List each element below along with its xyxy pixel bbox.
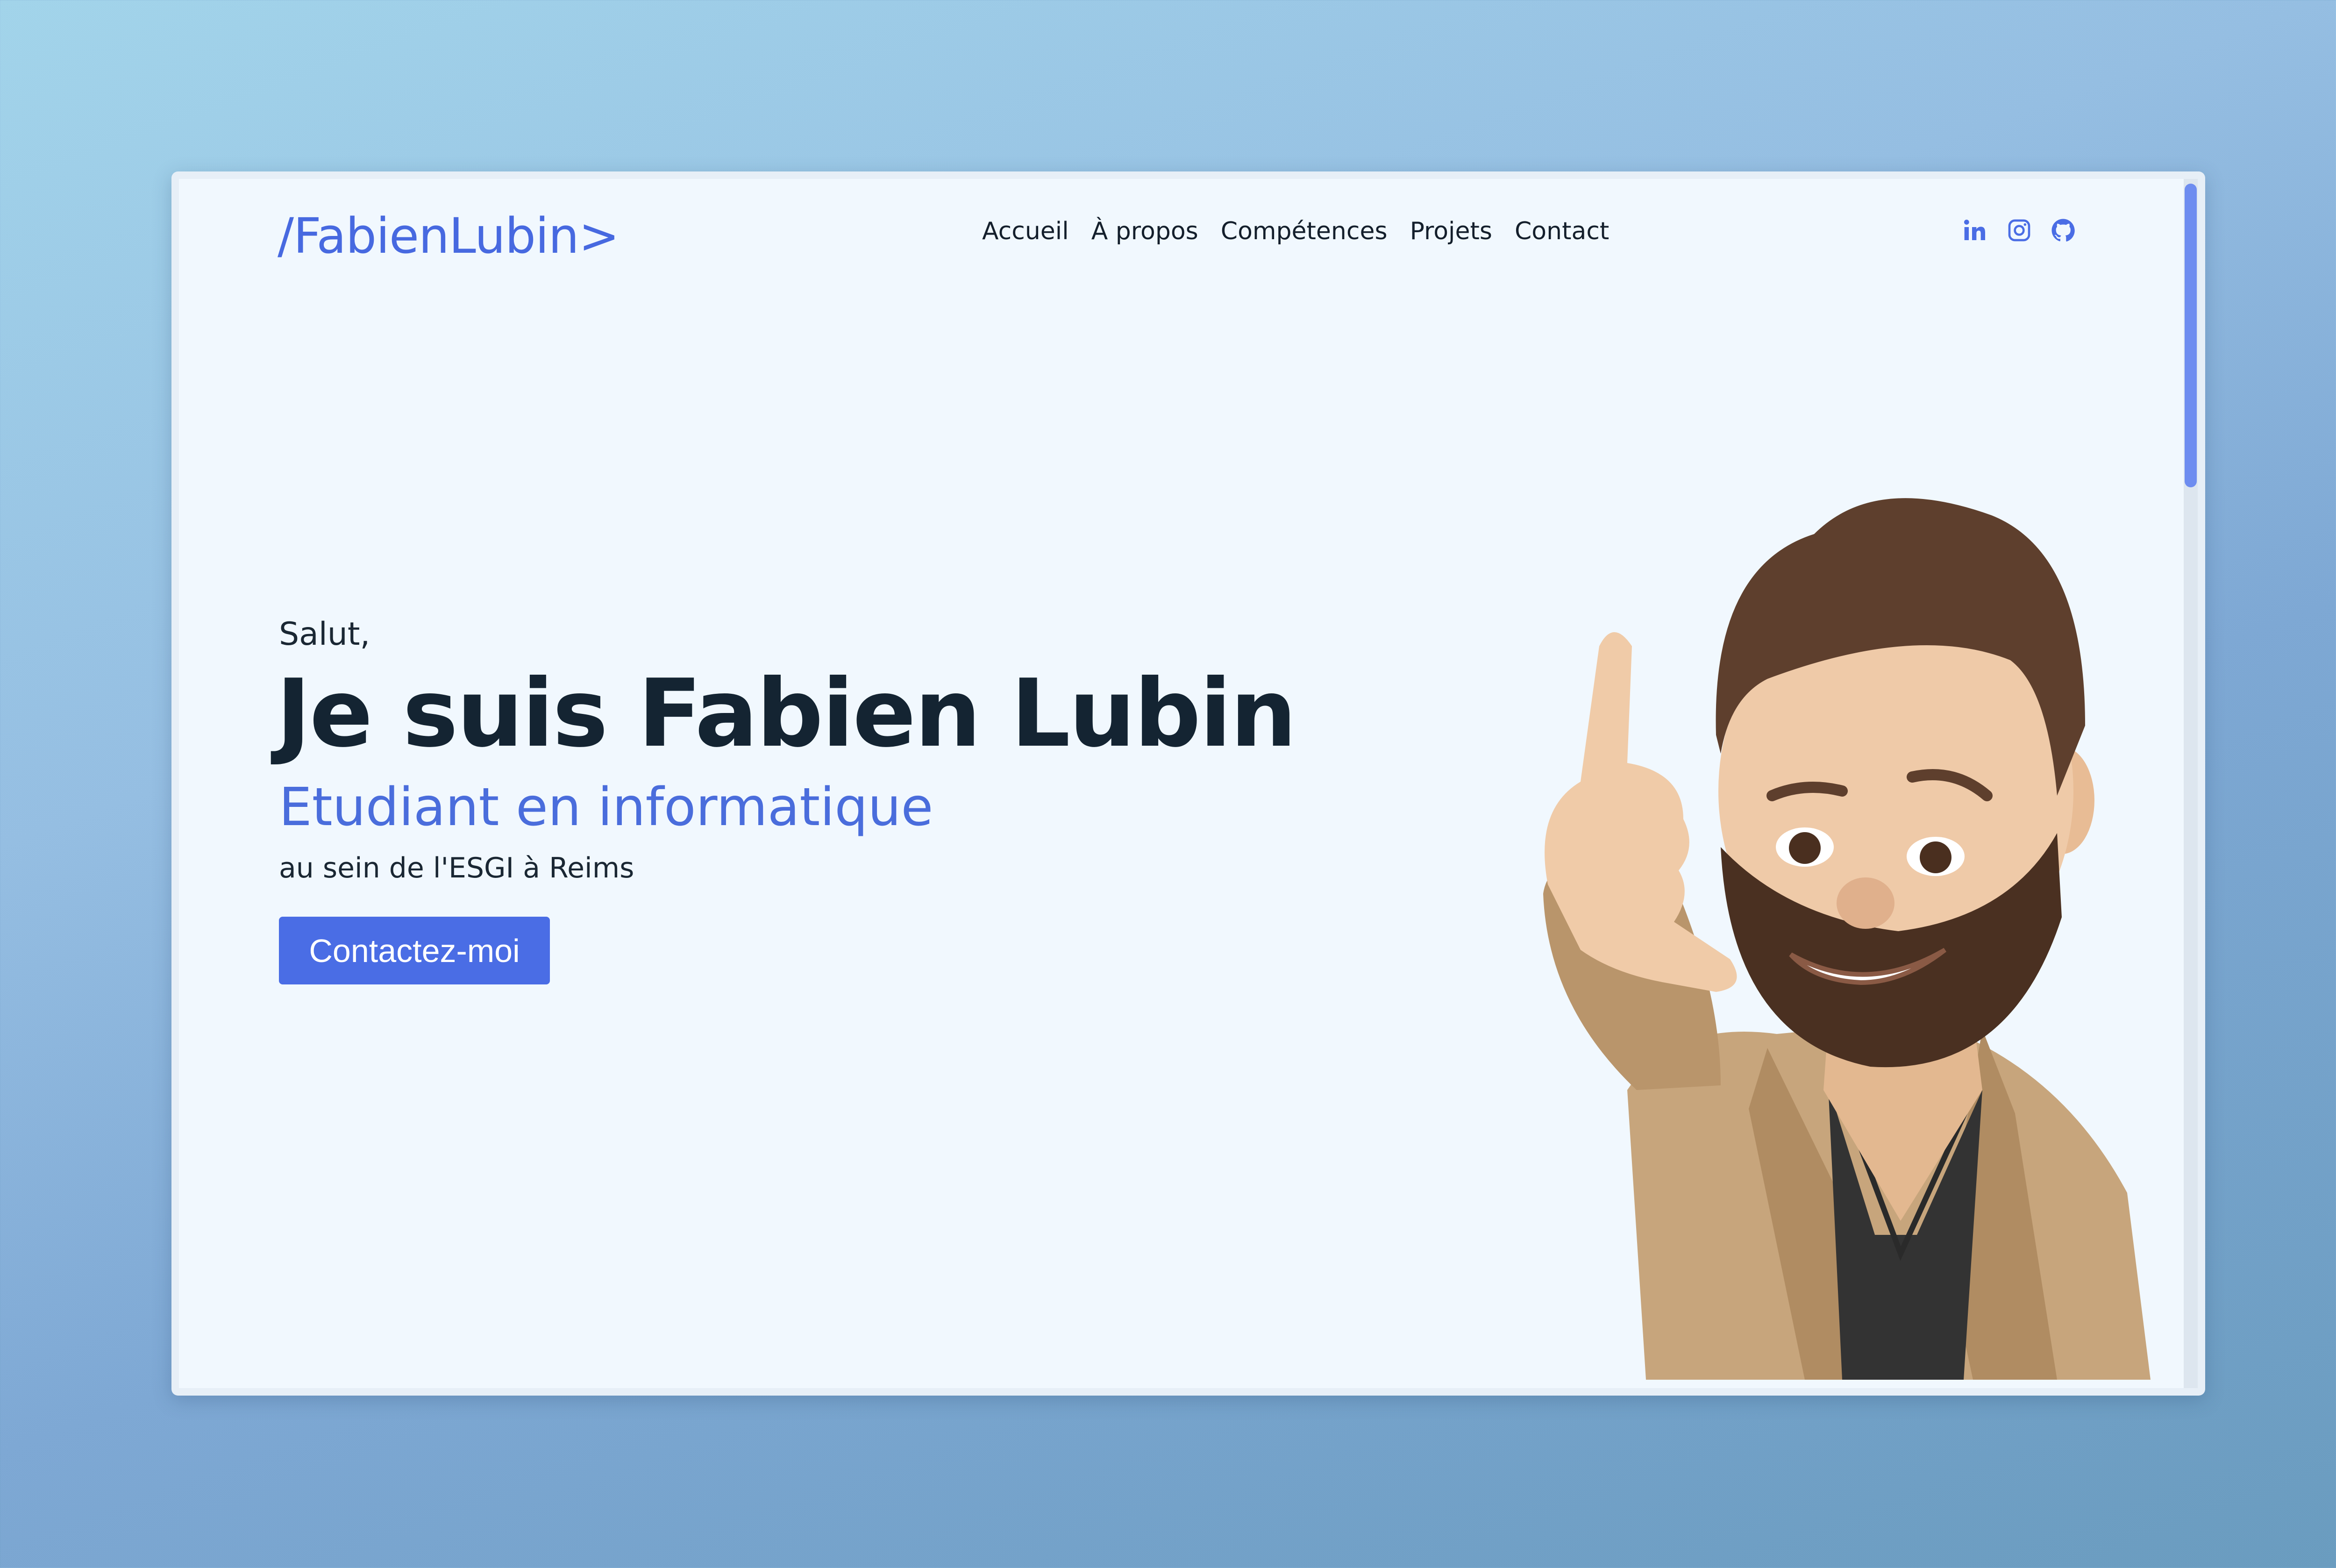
github-icon[interactable] (2049, 216, 2077, 244)
page: /FabienLubin> Accueil À propos Compétenc… (179, 179, 2198, 1388)
nav-item-projets[interactable]: Projets (1410, 217, 1492, 245)
nav-item-competences[interactable]: Compétences (1221, 217, 1388, 245)
linkedin-icon[interactable] (1961, 216, 1989, 244)
site-logo[interactable]: /FabienLubin> (278, 207, 620, 265)
nav-item-a-propos[interactable]: À propos (1091, 217, 1198, 245)
page-title: Je suis Fabien Lubin (276, 659, 1297, 768)
scrollbar-thumb[interactable] (2185, 184, 2197, 487)
greeting: Salut, (279, 616, 370, 653)
avatar-illustration (1543, 498, 2151, 1380)
scrollbar[interactable] (2184, 179, 2198, 1388)
subtitle: Etudiant en informatique (279, 777, 933, 838)
social-links (1961, 216, 2077, 244)
school-text: au sein de l'ESGI à Reims (279, 852, 634, 884)
nav-item-contact[interactable]: Contact (1515, 217, 1609, 245)
browser-frame: /FabienLubin> Accueil À propos Compétenc… (171, 171, 2205, 1396)
nav-item-accueil[interactable]: Accueil (982, 217, 1069, 245)
contact-button[interactable]: Contactez-moi (279, 917, 550, 984)
main-nav: Accueil À propos Compétences Projets Con… (982, 217, 1609, 245)
instagram-icon[interactable] (2005, 216, 2033, 244)
